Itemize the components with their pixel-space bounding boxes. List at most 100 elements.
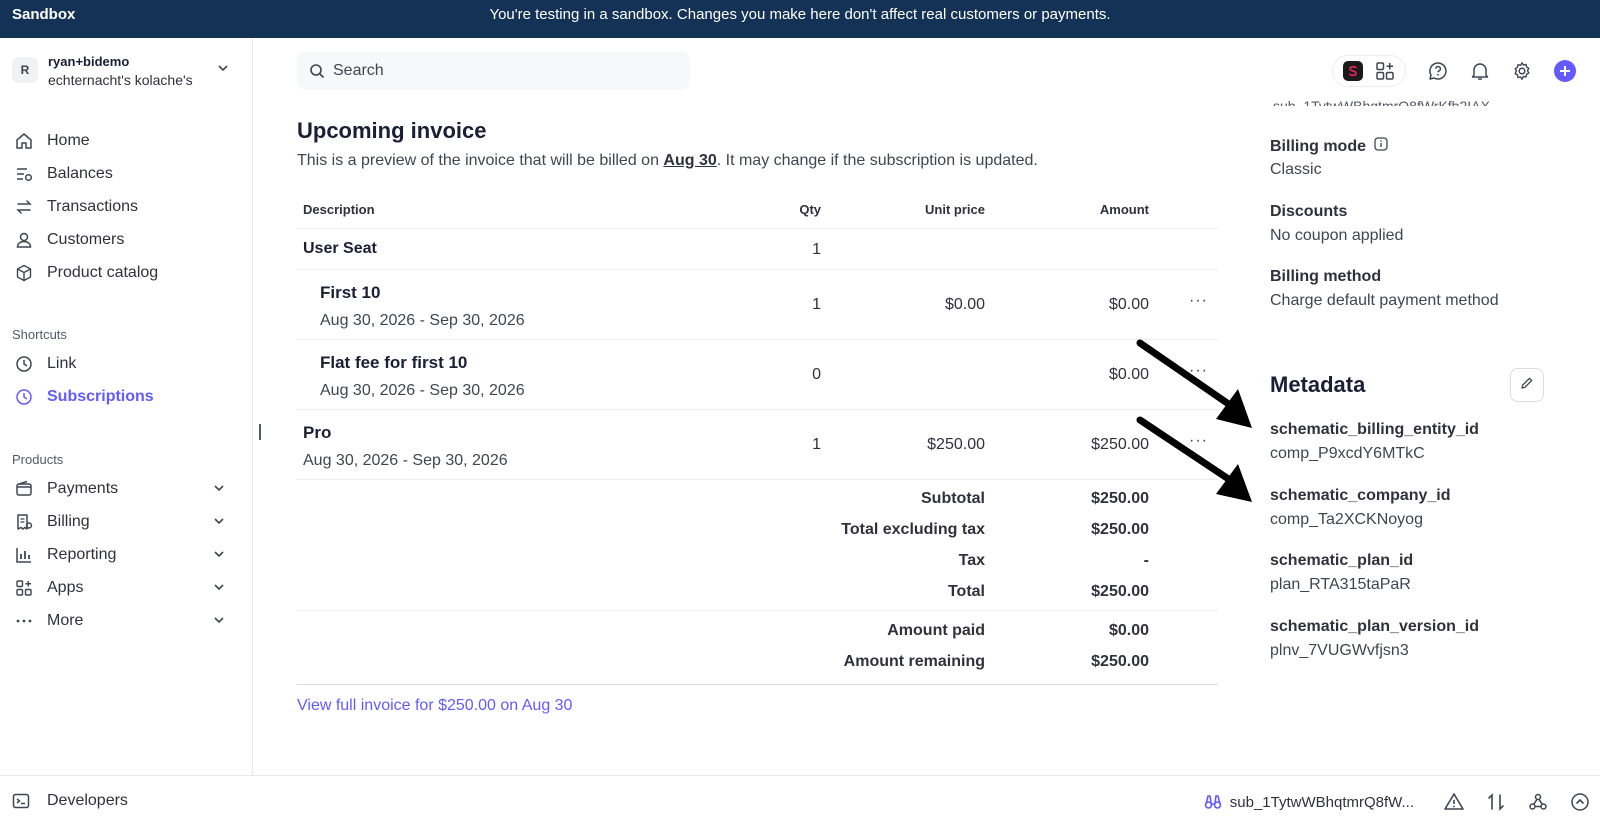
nav-customers[interactable]: Customers bbox=[12, 225, 237, 255]
account-switcher[interactable]: R ryan+bidemo echternacht's kolache's bbox=[12, 52, 237, 92]
total-excl-tax-label: Total excluding tax bbox=[841, 521, 985, 538]
person-icon bbox=[12, 230, 36, 250]
nav-home-label: Home bbox=[47, 132, 90, 149]
row-description: Pro bbox=[303, 423, 332, 442]
chevron-up-circle-icon[interactable] bbox=[1570, 792, 1590, 812]
row-description: First 10 bbox=[320, 283, 381, 302]
nav-subscriptions[interactable]: Subscriptions bbox=[12, 382, 237, 412]
row-unit-price: $250.00 bbox=[927, 436, 985, 453]
balances-icon bbox=[12, 164, 36, 184]
nav-apps[interactable]: Apps bbox=[12, 573, 237, 603]
nav-billing[interactable]: Billing bbox=[12, 507, 237, 537]
nav-more[interactable]: More bbox=[12, 606, 237, 636]
metadata-value: plnv_7VUGWvfjsn3 bbox=[1270, 642, 1409, 659]
subscription-reference[interactable]: sub_1TytwWBhqtmrQ8fW... bbox=[1204, 793, 1414, 811]
sort-arrows-icon[interactable] bbox=[1486, 792, 1506, 812]
row-amount: $0.00 bbox=[1108, 296, 1149, 313]
subtitle-text-post: . It may change if the subscription is u… bbox=[716, 152, 1038, 169]
total-value: $250.00 bbox=[1091, 583, 1149, 600]
nav-subscriptions-label: Subscriptions bbox=[47, 388, 154, 405]
cube-icon bbox=[12, 263, 36, 283]
clock-icon bbox=[12, 354, 36, 374]
sandbox-banner: Sandbox You're testing in a sandbox. Cha… bbox=[0, 0, 1600, 38]
footer-tools: sub_1TytwWBhqtmrQ8fW... bbox=[1204, 792, 1590, 812]
table-row: Flat fee for first 10 Aug 30, 2026 - Sep… bbox=[296, 339, 1218, 409]
billing-date-link[interactable]: Aug 30 bbox=[663, 152, 716, 169]
chevron-down-icon bbox=[213, 548, 225, 563]
table-row: First 10 Aug 30, 2026 - Sep 30, 2026 1 $… bbox=[296, 269, 1218, 339]
search-icon bbox=[309, 63, 325, 79]
metadata-key: schematic_plan_id bbox=[1270, 552, 1414, 569]
column-header-unit-price: Unit price bbox=[925, 202, 985, 217]
upcoming-invoice-subtitle: This is a preview of the invoice that wi… bbox=[297, 152, 1038, 170]
gear-icon[interactable] bbox=[1512, 61, 1532, 81]
account-avatar: R bbox=[12, 57, 38, 83]
app-switcher[interactable] bbox=[1332, 55, 1406, 87]
discounts-value: No coupon applied bbox=[1270, 227, 1404, 244]
top-toolbar bbox=[1332, 52, 1576, 90]
total-label: Total bbox=[947, 583, 985, 600]
table-row: Pro Aug 30, 2026 - Sep 30, 2026 1 $250.0… bbox=[296, 409, 1218, 479]
column-header-qty: Qty bbox=[799, 202, 821, 217]
bell-icon[interactable] bbox=[1470, 61, 1490, 81]
column-header-amount: Amount bbox=[1099, 202, 1149, 217]
annotation-arrow-2 bbox=[1136, 416, 1252, 502]
row-actions-icon[interactable]: ··· bbox=[1189, 292, 1208, 310]
nav-payments[interactable]: Payments bbox=[12, 474, 237, 504]
nav-transactions-label: Transactions bbox=[47, 198, 138, 215]
nav-product-catalog[interactable]: Product catalog bbox=[12, 258, 237, 288]
metadata-value: plan_RTA315taPaR bbox=[1270, 576, 1411, 593]
row-qty: 1 bbox=[812, 436, 821, 453]
total-excl-tax-value: $250.00 bbox=[1091, 521, 1149, 538]
view-full-invoice-link[interactable]: View full invoice for $250.00 on Aug 30 bbox=[297, 697, 572, 715]
nav-home[interactable]: Home bbox=[12, 126, 237, 156]
bar-chart-icon bbox=[12, 545, 36, 565]
help-icon[interactable] bbox=[1428, 61, 1448, 81]
developers-button[interactable]: Developers bbox=[12, 792, 128, 810]
billing-mode-value: Classic bbox=[1270, 161, 1322, 178]
row-qty: 1 bbox=[812, 241, 821, 258]
subtotal-label: Subtotal bbox=[921, 490, 985, 507]
developers-label: Developers bbox=[47, 792, 128, 809]
webhook-icon[interactable] bbox=[1528, 792, 1548, 812]
sandbox-message: You're testing in a sandbox. Changes you… bbox=[489, 6, 1111, 23]
search-input[interactable] bbox=[333, 62, 653, 80]
info-icon[interactable] bbox=[1374, 137, 1388, 156]
plus-icon[interactable] bbox=[1554, 60, 1576, 82]
chevron-down-icon bbox=[213, 581, 225, 596]
subscription-reference-text: sub_1TytwWBhqtmrQ8fW... bbox=[1229, 793, 1414, 811]
resize-handle[interactable] bbox=[259, 424, 261, 440]
account-name: ryan+bidemo bbox=[48, 54, 130, 69]
terminal-icon bbox=[12, 792, 36, 810]
column-header-description: Description bbox=[303, 202, 375, 217]
wallet-icon bbox=[12, 479, 36, 499]
nav-customers-label: Customers bbox=[47, 231, 125, 248]
metadata-value: comp_Ta2XCKNoyog bbox=[1270, 511, 1423, 528]
sidebar: R ryan+bidemo echternacht's kolache's Ho… bbox=[0, 38, 253, 790]
subtitle-text-pre: This is a preview of the invoice that wi… bbox=[297, 152, 664, 169]
nav-link[interactable]: Link bbox=[12, 349, 237, 379]
annotation-arrow-1 bbox=[1136, 339, 1252, 428]
row-period: Aug 30, 2026 - Sep 30, 2026 bbox=[320, 312, 525, 329]
amount-paid-value: $0.00 bbox=[1108, 622, 1149, 639]
metadata-key: schematic_billing_entity_id bbox=[1270, 421, 1479, 438]
warning-icon[interactable] bbox=[1444, 792, 1464, 812]
nav-reporting[interactable]: Reporting bbox=[12, 540, 237, 570]
transactions-icon bbox=[12, 197, 36, 217]
amount-remaining-label: Amount remaining bbox=[843, 653, 985, 670]
chevron-down-icon bbox=[213, 515, 225, 530]
search-bar[interactable] bbox=[297, 52, 690, 90]
nav-transactions[interactable]: Transactions bbox=[12, 192, 237, 222]
subscription-id-partial: sub_1TytwWBhqtmrQ8fWrKfb2IAX bbox=[1273, 98, 1490, 106]
account-org: echternacht's kolache's bbox=[48, 72, 193, 88]
metadata-title: Metadata bbox=[1270, 372, 1366, 397]
nav-apps-label: Apps bbox=[47, 579, 84, 596]
billing-mode-label: Billing mode bbox=[1270, 137, 1388, 156]
row-qty: 1 bbox=[812, 296, 821, 313]
nav-balances[interactable]: Balances bbox=[12, 159, 237, 189]
row-qty: 0 bbox=[812, 366, 821, 383]
binoculars-icon bbox=[1204, 793, 1222, 811]
chevron-down-icon bbox=[213, 482, 225, 497]
annotation-arrows bbox=[1136, 339, 1252, 502]
edit-metadata-button[interactable] bbox=[1510, 368, 1544, 402]
